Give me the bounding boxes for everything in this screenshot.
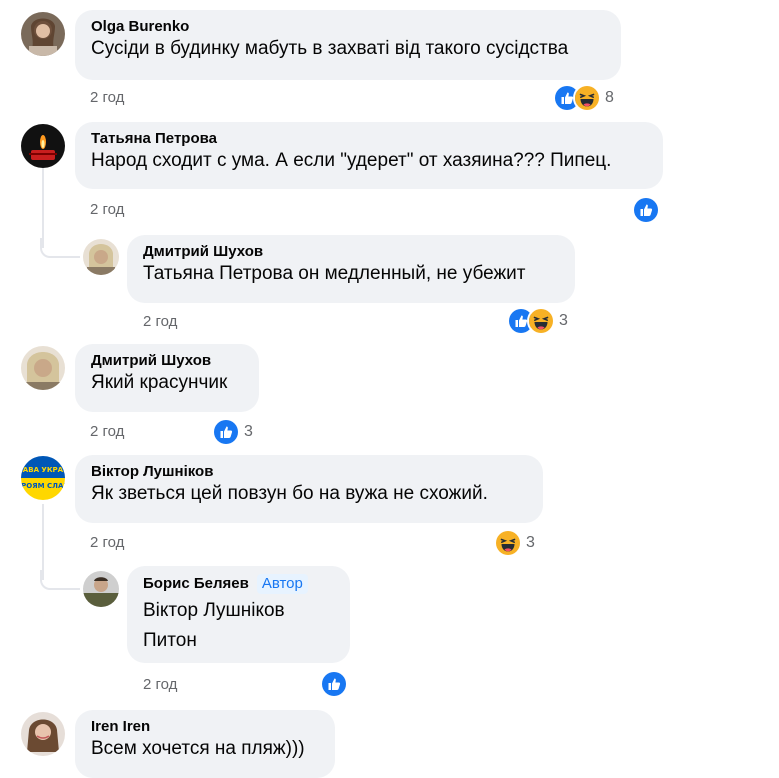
like-reaction-icon (632, 196, 660, 224)
thread-line (42, 168, 44, 248)
flag-text-bottom: ГЕРОЯМ СЛАВА (21, 482, 65, 490)
haha-reaction-icon (527, 307, 555, 335)
author-name[interactable]: Борис Беляев (143, 575, 249, 592)
avatar[interactable] (83, 239, 119, 275)
comment-timestamp[interactable]: 2 год (90, 201, 124, 218)
flag-text-top: СЛАВА УКРАЇНІ (21, 465, 65, 474)
reaction-summary[interactable]: 3 (507, 307, 568, 335)
comment-text: Сусіди в будинку мабуть в захваті від та… (91, 38, 569, 59)
avatar[interactable] (21, 12, 65, 56)
comment-timestamp[interactable]: 2 год (143, 313, 177, 330)
comment-text: Народ сходит с ума. А если "удерет" от х… (91, 150, 612, 171)
haha-reaction-icon (494, 529, 522, 557)
comment-text: Татьяна Петрова он медленный, не убежит (143, 263, 526, 284)
comment-author[interactable]: Віктор Лушніков (91, 463, 527, 481)
comment-bubble: Віктор Лушніков Як зветься цей повзун бо… (75, 455, 543, 523)
avatar[interactable] (21, 712, 65, 756)
reaction-count: 3 (559, 312, 568, 329)
comment-text: Питон (143, 630, 197, 651)
reaction-summary[interactable] (632, 196, 660, 224)
thread-line (42, 504, 44, 580)
reaction-count: 3 (526, 534, 535, 551)
comment-bubble: Olga Burenko Сусіди в будинку мабуть в з… (75, 10, 621, 80)
comment-author[interactable]: Дмитрий Шухов (143, 243, 559, 261)
comment-timestamp[interactable]: 2 год (90, 89, 124, 106)
thread-connector (40, 238, 80, 258)
avatar[interactable] (21, 124, 65, 168)
like-reaction-icon (320, 670, 348, 698)
comment-author[interactable]: Дмитрий Шухов (91, 352, 243, 370)
comment-author[interactable]: Борис Беляев Автор (143, 574, 334, 594)
comment-timestamp[interactable]: 2 год (90, 423, 124, 440)
thread-connector (40, 570, 80, 590)
avatar[interactable] (83, 571, 119, 607)
comment-timestamp[interactable]: 2 год (143, 676, 177, 693)
comment-text: Як зветься цей повзун бо на вужа не схож… (91, 483, 488, 504)
reaction-summary[interactable]: 3 (212, 418, 253, 446)
mention-link[interactable]: Віктор Лушніков (143, 598, 334, 624)
comment-bubble: Iren Iren Всем хочется на пляж))) (75, 710, 335, 778)
comment-text: Який красунчик (91, 372, 228, 393)
reply-bubble: Борис Беляев Автор Віктор Лушніков Питон (127, 566, 350, 663)
comment-bubble: Татьяна Петрова Народ сходит с ума. А ес… (75, 122, 663, 189)
comment-text: Всем хочется на пляж))) (91, 738, 305, 759)
author-badge: Автор (256, 574, 308, 594)
reply-bubble: Дмитрий Шухов Татьяна Петрова он медленн… (127, 235, 575, 303)
comment-author[interactable]: Татьяна Петрова (91, 130, 647, 148)
reaction-summary[interactable]: 3 (494, 529, 535, 557)
comment-timestamp[interactable]: 2 год (90, 534, 124, 551)
reaction-count: 3 (244, 423, 253, 440)
reaction-summary[interactable]: 8 (553, 84, 614, 112)
like-reaction-icon (212, 418, 240, 446)
avatar[interactable]: СЛАВА УКРАЇНІ ГЕРОЯМ СЛАВА (21, 456, 65, 500)
comment-bubble: Дмитрий Шухов Який красунчик (75, 344, 259, 412)
comment-author[interactable]: Olga Burenko (91, 18, 605, 36)
comment-author[interactable]: Iren Iren (91, 718, 319, 736)
reaction-count: 8 (605, 89, 614, 106)
avatar[interactable] (21, 346, 65, 390)
reaction-summary[interactable] (320, 670, 348, 698)
haha-reaction-icon (573, 84, 601, 112)
